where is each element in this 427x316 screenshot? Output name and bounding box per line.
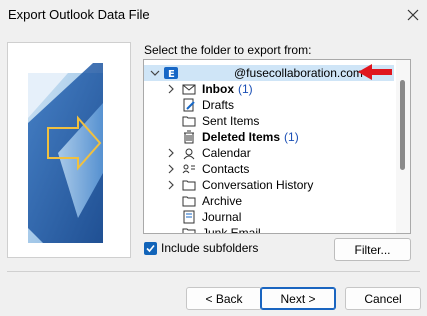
folder-prompt-label: Select the folder to export from: — [144, 43, 312, 57]
chevron-right-icon[interactable] — [166, 148, 176, 158]
tree-item-sent-items[interactable]: Sent Items — [144, 113, 394, 129]
include-subfolders-checkbox[interactable] — [144, 241, 157, 255]
tree-account-row[interactable]: E @fusecollaboration.com — [144, 65, 394, 81]
tree-item-label: Calendar — [202, 146, 251, 160]
tree-item-deleted-items[interactable]: Deleted Items (1) — [144, 129, 394, 145]
wizard-illustration — [7, 42, 131, 258]
title-bar: Export Outlook Data File — [0, 0, 427, 30]
tree-item-label: Archive — [202, 194, 243, 208]
tree-item-calendar[interactable]: Calendar — [144, 145, 394, 161]
filter-button[interactable]: Filter... — [334, 238, 411, 261]
window-title: Export Outlook Data File — [8, 7, 150, 22]
tree-item-inbox[interactable]: Inbox (1) — [144, 81, 394, 97]
tree-item-drafts[interactable]: Drafts — [144, 97, 394, 113]
journal-icon — [183, 210, 195, 224]
chevron-down-icon[interactable] — [150, 68, 160, 78]
next-button[interactable]: Next > — [260, 287, 336, 310]
back-button[interactable]: < Back — [186, 287, 262, 310]
close-icon — [407, 9, 418, 21]
svg-text:E: E — [168, 69, 175, 80]
drafts-icon — [183, 98, 195, 112]
divider — [7, 271, 420, 272]
tree-item-contacts[interactable]: Contacts — [144, 161, 394, 177]
tree-item-label: Conversation History — [202, 178, 314, 192]
folder-icon — [182, 196, 196, 207]
tree-item-conversation-history[interactable]: Conversation History — [144, 177, 394, 193]
include-subfolders-label: Include subfolders — [161, 241, 259, 255]
tree-item-label: Contacts — [202, 162, 250, 176]
account-email: @fusecollaboration.com — [234, 66, 363, 80]
chevron-right-icon[interactable] — [166, 164, 176, 174]
folder-icon — [182, 180, 196, 191]
close-button[interactable] — [398, 0, 427, 30]
folder-tree[interactable]: E @fusecollaboration.com Inbox (1) Drafts… — [143, 59, 411, 234]
folder-icon — [182, 116, 196, 127]
tree-item-archive[interactable]: Archive — [144, 193, 394, 209]
annotation-arrow-icon — [358, 64, 392, 80]
tree-scrollbar[interactable] — [396, 60, 410, 233]
tree-item-label: Sent Items — [202, 114, 260, 128]
trash-icon — [184, 130, 194, 144]
chevron-right-icon[interactable] — [166, 180, 176, 190]
chevron-right-icon[interactable] — [166, 84, 176, 94]
checkmark-icon — [146, 244, 155, 252]
calendar-icon — [183, 148, 195, 160]
tree-item-junk-email[interactable]: Junk Email — [144, 225, 394, 234]
tree-item-label: Journal — [202, 210, 242, 224]
junk-folder-icon — [182, 228, 196, 233]
inbox-icon — [182, 84, 196, 95]
exchange-account-icon: E — [164, 67, 178, 80]
include-subfolders-option[interactable]: Include subfolders — [144, 241, 258, 255]
tree-item-label: Inbox (1) — [202, 82, 253, 96]
scrollbar-thumb[interactable] — [400, 80, 405, 170]
tree-item-label: Drafts — [202, 98, 235, 112]
contacts-icon — [182, 164, 195, 174]
tree-item-label: Deleted Items (1) — [202, 130, 299, 144]
tree-item-label: Junk Email — [202, 226, 261, 234]
cancel-button[interactable]: Cancel — [345, 287, 421, 310]
tree-item-journal[interactable]: Journal — [144, 209, 394, 225]
